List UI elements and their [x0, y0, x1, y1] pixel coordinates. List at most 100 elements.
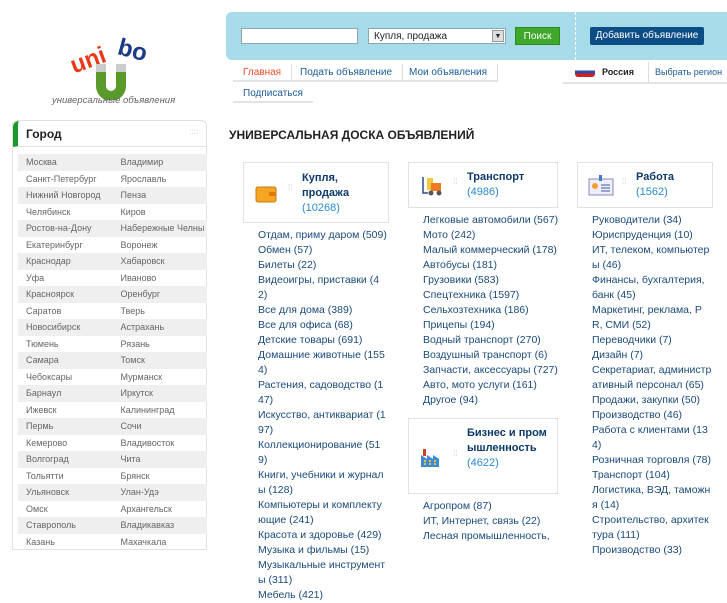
city-link[interactable]: Пенза — [113, 187, 208, 204]
city-link[interactable]: Пермь — [18, 418, 113, 435]
category-box-buy-sell[interactable]: ⁞⁞ Купля, продажа (10268) — [243, 162, 389, 223]
search-button[interactable]: Поиск — [515, 27, 560, 45]
subcategory-link[interactable]: Мото (242) — [423, 228, 559, 243]
city-link[interactable]: Махачкала — [113, 534, 208, 551]
subcategory-link[interactable]: Агропром (87) — [423, 499, 559, 514]
subcategory-link[interactable]: Мебель (421) — [258, 588, 388, 603]
city-link[interactable]: Барнаул — [18, 385, 113, 402]
subcategory-link[interactable]: Спецтехника (1597) — [423, 288, 559, 303]
subcategory-link[interactable]: Дизайн (7) — [592, 348, 712, 363]
city-link[interactable]: Владимир — [113, 154, 208, 171]
subcategory-link[interactable]: Компьютеры и комплектующие (241) — [258, 498, 388, 528]
city-link[interactable]: Нижний Новгород — [18, 187, 113, 204]
drag-handle-icon[interactable]: :::: — [189, 127, 198, 136]
subcategory-link[interactable]: Производство (46) — [592, 408, 712, 423]
subcategory-link[interactable]: Автобусы (181) — [423, 258, 559, 273]
logo[interactable]: uni bo универсальные объявления — [48, 30, 178, 110]
subcategory-link[interactable]: Коллекционирование (519) — [258, 438, 388, 468]
subcategory-link[interactable]: Красота и здоровье (429) — [258, 528, 388, 543]
city-link[interactable]: Тюмень — [18, 336, 113, 353]
nav-subscribe[interactable]: Подписаться — [233, 85, 313, 103]
city-link[interactable]: Чита — [113, 451, 208, 468]
nav-post-ad[interactable]: Подать объявление — [290, 64, 404, 82]
search-input[interactable] — [241, 28, 358, 44]
subcategory-link[interactable]: Транспорт (104) — [592, 468, 712, 483]
city-link[interactable]: Томск — [113, 352, 208, 369]
category-title[interactable]: Купля, продажа — [302, 172, 349, 199]
city-link[interactable]: Казань — [18, 534, 113, 551]
subcategory-link[interactable]: Искусство, антиквариат (197) — [258, 408, 388, 438]
city-link[interactable]: Тольятти — [18, 468, 113, 485]
city-link[interactable]: Хабаровск — [113, 253, 208, 270]
subcategory-link[interactable]: Другое (94) — [423, 393, 559, 408]
subcategory-link[interactable]: Секретариат, административный персонал (… — [592, 363, 712, 393]
subcategory-link[interactable]: Музыкальные инструменты (311) — [258, 558, 388, 588]
city-link[interactable]: Саратов — [18, 303, 113, 320]
subcategory-link[interactable]: Розничная торговля (78) — [592, 453, 712, 468]
city-link[interactable]: Красноярск — [18, 286, 113, 303]
city-link[interactable]: Рязань — [113, 336, 208, 353]
city-link[interactable]: Оренбург — [113, 286, 208, 303]
city-link[interactable]: Иркутск — [113, 385, 208, 402]
subcategory-link[interactable]: Обмен (57) — [258, 243, 388, 258]
subcategory-link[interactable]: Авто, мото услуги (161) — [423, 378, 559, 393]
city-link[interactable]: Волгоград — [18, 451, 113, 468]
subcategory-link[interactable]: Водный транспорт (270) — [423, 333, 559, 348]
subcategory-link[interactable]: Книги, учебники и журналы (128) — [258, 468, 388, 498]
city-link[interactable]: Набережные Челны — [113, 220, 208, 237]
subcategory-link[interactable]: Билеты (22) — [258, 258, 388, 273]
nav-home[interactable]: Главная — [233, 64, 293, 82]
city-link[interactable]: Омск — [18, 501, 113, 518]
subcategory-link[interactable]: Домашние животные (1554) — [258, 348, 388, 378]
city-link[interactable]: Чебоксары — [18, 369, 113, 386]
subcategory-link[interactable]: ИТ, телеком, компьютеры (46) — [592, 243, 712, 273]
city-link[interactable]: Самара — [18, 352, 113, 369]
city-link[interactable]: Владикавказ — [113, 517, 208, 534]
category-box-business[interactable]: ⁞⁞ Бизнес и промышленность (4622) — [408, 418, 558, 494]
subcategory-link[interactable]: Маркетинг, реклама, PR, СМИ (52) — [592, 303, 712, 333]
subcategory-link[interactable]: Финансы, бухгалтерия, банк (45) — [592, 273, 712, 303]
city-link[interactable]: Киров — [113, 204, 208, 221]
category-select[interactable]: Купля, продажа ▼ — [368, 28, 506, 44]
subcategory-link[interactable]: Прицепы (194) — [423, 318, 559, 333]
subcategory-link[interactable]: Работа с клиентами (134) — [592, 423, 712, 453]
subcategory-link[interactable]: Малый коммерческий (178) — [423, 243, 559, 258]
city-link[interactable]: Новосибирск — [18, 319, 113, 336]
city-link[interactable]: Краснодар — [18, 253, 113, 270]
subcategory-link[interactable]: Все для офиса (68) — [258, 318, 388, 333]
subcategory-link[interactable]: Лесная промышленность, — [423, 529, 559, 544]
category-title[interactable]: Работа — [636, 171, 674, 183]
subcategory-link[interactable]: Грузовики (583) — [423, 273, 559, 288]
subcategory-link[interactable]: Видеоигры, приставки (42) — [258, 273, 388, 303]
add-ad-button[interactable]: Добавить объявление — [590, 27, 704, 45]
category-box-transport[interactable]: ⁞⁞ Транспорт (4986) — [408, 162, 558, 208]
subcategory-link[interactable]: Воздушный транспорт (6) — [423, 348, 559, 363]
city-link[interactable]: Санкт-Петербург — [18, 171, 113, 188]
city-link[interactable]: Воронеж — [113, 237, 208, 254]
city-link[interactable]: Ярославль — [113, 171, 208, 188]
category-box-jobs[interactable]: ⁞⁞ Работа (1562) — [577, 162, 713, 208]
nav-my-ads[interactable]: Мои объявления — [399, 64, 498, 82]
category-title[interactable]: Транспорт — [467, 171, 524, 183]
subcategory-link[interactable]: Переводчики (7) — [592, 333, 712, 348]
subcategory-link[interactable]: Запчасти, аксессуары (727) — [423, 363, 559, 378]
city-link[interactable]: Брянск — [113, 468, 208, 485]
city-link[interactable]: Владивосток — [113, 435, 208, 452]
category-title[interactable]: Бизнес и промышленность — [467, 427, 547, 454]
city-link[interactable]: Екатеринбург — [18, 237, 113, 254]
city-link[interactable]: Москва — [18, 154, 113, 171]
subcategory-link[interactable]: Растения, садоводство (147) — [258, 378, 388, 408]
city-link[interactable]: Уфа — [18, 270, 113, 287]
subcategory-link[interactable]: Строительство, архитектура (111) — [592, 513, 712, 543]
subcategory-link[interactable]: ИТ, Интернет, связь (22) — [423, 514, 559, 529]
city-link[interactable]: Калининград — [113, 402, 208, 419]
city-link[interactable]: Сочи — [113, 418, 208, 435]
city-link[interactable]: Иваново — [113, 270, 208, 287]
city-link[interactable]: Мурманск — [113, 369, 208, 386]
city-link[interactable]: Челябинск — [18, 204, 113, 221]
city-link[interactable]: Тверь — [113, 303, 208, 320]
subcategory-link[interactable]: Юриспруденция (10) — [592, 228, 712, 243]
city-link[interactable]: Ижевск — [18, 402, 113, 419]
subcategory-link[interactable]: Продажи, закупки (50) — [592, 393, 712, 408]
subcategory-link[interactable]: Сельхозтехника (186) — [423, 303, 559, 318]
